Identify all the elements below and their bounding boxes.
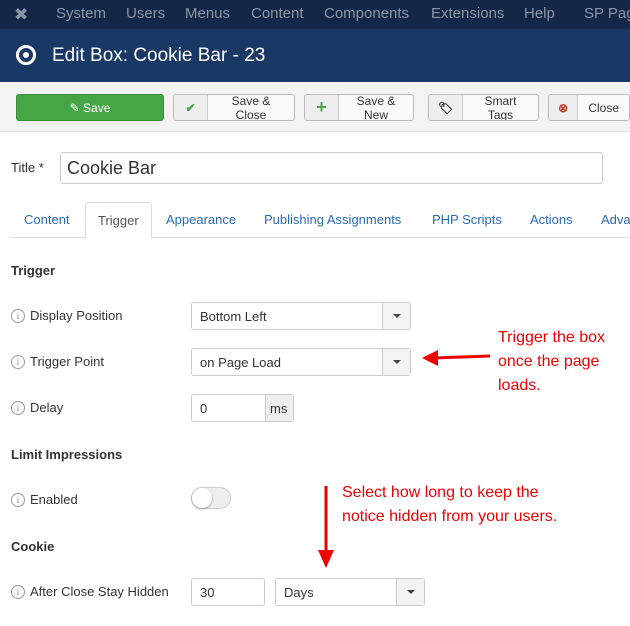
annotation-trigger: Trigger the box once the page loads. [498,329,606,394]
tab-actions[interactable]: Actions [530,212,573,227]
page-title: Edit Box: Cookie Bar - 23 [52,45,266,66]
stay-hidden-input[interactable]: 30 [191,578,265,606]
menu-sp-page[interactable]: SP Pag [584,5,630,22]
delay-label: i Delay [11,400,63,415]
target-icon [16,45,36,65]
arrow-down-icon [318,486,334,568]
save-button[interactable]: ✎ Save [16,94,164,121]
stay-hidden-unit-select[interactable]: Days [275,578,425,606]
chevron-down-icon[interactable] [396,579,424,605]
info-icon[interactable]: i [11,400,25,415]
delay-unit: ms [265,394,294,422]
tab-appearance[interactable]: Appearance [166,212,236,227]
enabled-toggle[interactable] [191,487,231,509]
smart-tags-button[interactable]: 🏷 Smart Tags [428,94,539,121]
menu-menus[interactable]: Menus [185,5,230,22]
toolbar: ✎ Save ✔ Save & Close + Save & New 🏷 Smart … [0,82,630,132]
info-icon[interactable]: i [11,308,25,323]
stay-hidden-label: i After Close Stay Hidden [11,584,169,599]
chevron-down-icon[interactable] [382,349,410,375]
chevron-down-icon[interactable] [382,303,410,329]
edit-icon: ✎ [69,100,84,115]
tab-advanced[interactable]: Adva [601,212,630,227]
save-new-button[interactable]: + Save & New [304,94,414,121]
info-icon[interactable]: i [11,492,25,507]
page-header: Edit Box: Cookie Bar - 23 [0,29,630,82]
plus-icon: + [305,95,339,120]
tag-icon: 🏷 [429,95,463,120]
info-icon[interactable]: i [11,354,25,369]
tab-publishing-assignments[interactable]: Publishing Assignments [264,212,401,227]
menu-content[interactable]: Content [251,5,304,22]
menu-system[interactable]: System [56,5,106,22]
annotation-cookie: Select how long to keep the notice hidde… [342,484,558,525]
tab-trigger[interactable]: Trigger [85,202,152,239]
tab-content[interactable]: Content [24,212,70,227]
menu-users[interactable]: Users [126,5,165,22]
info-icon[interactable]: i [11,584,25,599]
cookie-heading: Cookie [11,539,55,554]
close-button[interactable]: ⊗ Close [548,94,630,121]
enabled-label: i Enabled [11,492,78,507]
top-menu-bar: ✖ System Users Menus Content Components … [0,0,630,29]
save-close-button[interactable]: ✔ Save & Close [173,94,295,121]
check-icon: ✔ [174,95,208,120]
limit-impressions-heading: Limit Impressions [11,447,123,462]
delay-input[interactable]: 0 [191,394,266,422]
display-position-select[interactable]: Bottom Left [191,302,411,330]
arrow-left-icon [422,350,491,366]
menu-extensions[interactable]: Extensions [431,5,504,22]
menu-components[interactable]: Components [324,5,409,22]
trigger-point-label: i Trigger Point [11,354,104,369]
close-circle-icon: ⊗ [549,95,579,120]
joomla-logo-icon[interactable]: ✖ [14,5,28,25]
menu-help[interactable]: Help [524,5,555,22]
title-label: Title * [11,160,44,175]
trigger-heading: Trigger [11,263,56,278]
title-input[interactable]: Cookie Bar [60,152,603,184]
trigger-point-select[interactable]: on Page Load [191,348,411,376]
tab-bar: Content Trigger Appearance Publishing As… [10,202,630,239]
display-position-label: i Display Position [11,308,123,323]
tab-php-scripts[interactable]: PHP Scripts [432,212,502,227]
